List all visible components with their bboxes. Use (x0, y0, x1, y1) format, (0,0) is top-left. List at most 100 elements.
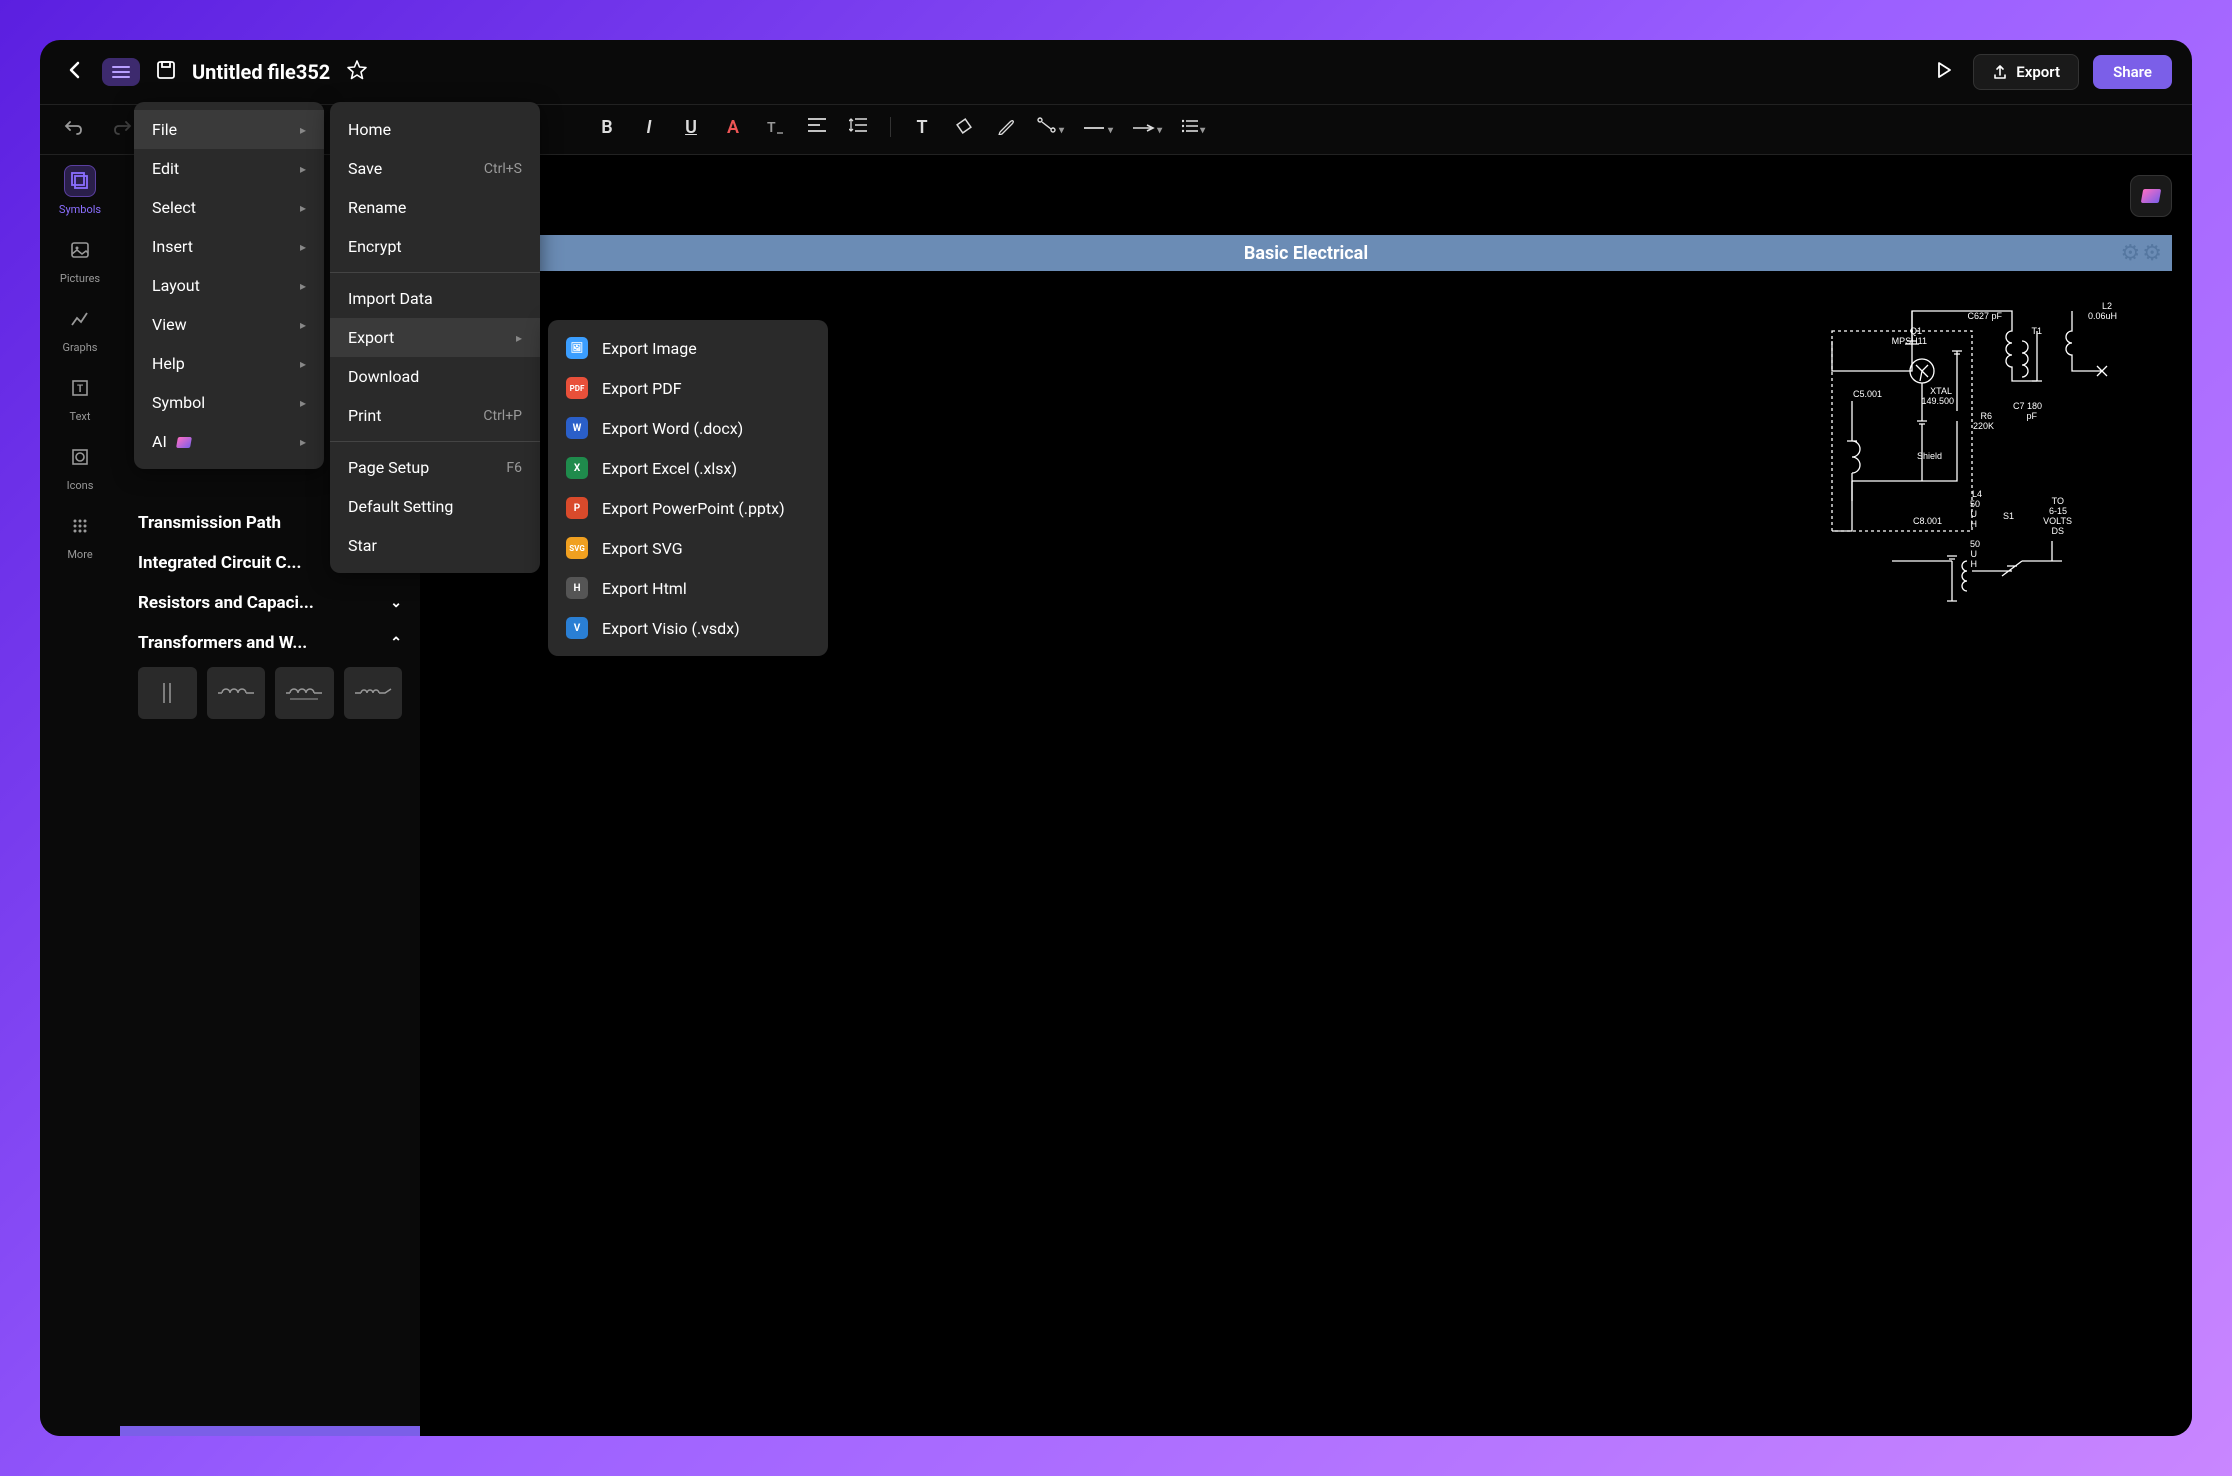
menu-layout[interactable]: Layout▸ (134, 266, 324, 305)
graphs-icon (64, 303, 96, 335)
menu-page-setup[interactable]: Page SetupF6 (330, 448, 540, 487)
section-resistors-label: Resistors and Capaci... (138, 593, 314, 613)
undo-button[interactable] (60, 115, 88, 144)
menu-encrypt[interactable]: Encrypt (330, 227, 540, 266)
line-style-button[interactable]: ▾ (1084, 117, 1113, 142)
font-color-button[interactable]: A (722, 117, 744, 142)
rail-pictures[interactable]: Pictures (60, 234, 100, 285)
menu-export[interactable]: Export▸ (330, 318, 540, 357)
app-window: Untitled file352 Export Share B I U A (40, 40, 2192, 1436)
circuit-label: 220K (1973, 421, 1994, 431)
export-image[interactable]: 🖼Export Image (548, 328, 828, 368)
export-visio[interactable]: VExport Visio (.vsdx) (548, 608, 828, 648)
canvas-title: Basic Electrical (1244, 243, 1368, 264)
file-submenu: Home SaveCtrl+S Rename Encrypt Import Da… (330, 102, 540, 573)
section-integrated-label: Integrated Circuit C... (138, 553, 301, 573)
circuit-label: C5.001 (1853, 389, 1882, 399)
chevron-right-icon: ▸ (516, 331, 522, 345)
export-ppt[interactable]: PExport PowerPoint (.pptx) (548, 488, 828, 528)
main-menu-button[interactable] (102, 58, 140, 86)
underline-button[interactable]: U (680, 117, 702, 142)
menu-ai[interactable]: AI ▸ (134, 422, 324, 461)
section-resistors[interactable]: Resistors and Capaci... ⌄ (138, 593, 402, 613)
symbol-tile[interactable] (275, 667, 334, 719)
rail-more-label: More (67, 548, 92, 561)
export-svg[interactable]: SVGExport SVG (548, 528, 828, 568)
export-word[interactable]: WExport Word (.docx) (548, 408, 828, 448)
rail-more[interactable]: More (64, 510, 96, 561)
favorite-star-icon[interactable] (342, 55, 372, 90)
titlebar: Untitled file352 Export Share (40, 40, 2192, 105)
bold-button[interactable]: B (596, 117, 618, 142)
menu-symbol[interactable]: Symbol▸ (134, 383, 324, 422)
menu-view[interactable]: View▸ (134, 305, 324, 344)
export-button[interactable]: Export (1973, 54, 2079, 90)
redo-button[interactable] (108, 115, 136, 144)
rail-pictures-label: Pictures (60, 272, 100, 285)
share-button[interactable]: Share (2093, 55, 2172, 89)
export-html[interactable]: HExport Html (548, 568, 828, 608)
back-button[interactable] (60, 57, 90, 88)
symbol-tile[interactable] (138, 667, 197, 719)
menu-help[interactable]: Help▸ (134, 344, 324, 383)
menu-print[interactable]: PrintCtrl+P (330, 396, 540, 435)
italic-button[interactable]: I (638, 117, 660, 142)
export-pdf[interactable]: PDFExport PDF (548, 368, 828, 408)
circuit-label: TO (2052, 496, 2064, 506)
arrow-style-button[interactable]: ▾ (1133, 117, 1162, 142)
menu-star[interactable]: Star (330, 526, 540, 565)
svg-file-icon: SVG (566, 537, 588, 559)
list-button[interactable]: ▾ (1182, 117, 1205, 142)
play-button[interactable] (1929, 55, 1959, 90)
menu-edit[interactable]: Edit▸ (134, 149, 324, 188)
text-tool-button[interactable]: T (911, 117, 933, 142)
rail-icons[interactable]: Icons (64, 441, 96, 492)
export-submenu: 🖼Export Image PDFExport PDF WExport Word… (548, 320, 828, 656)
menu-select[interactable]: Select▸ (134, 188, 324, 227)
menu-file[interactable]: File▸ (134, 110, 324, 149)
chevron-right-icon: ▸ (300, 435, 306, 449)
more-icon (64, 510, 96, 542)
menu-home[interactable]: Home (330, 110, 540, 149)
circuit-label: C627 pF (1967, 311, 2002, 321)
spacing-button[interactable] (848, 117, 870, 142)
icons-icon (64, 441, 96, 473)
save-icon[interactable] (152, 56, 180, 89)
menu-import[interactable]: Import Data (330, 279, 540, 318)
menu-insert[interactable]: Insert▸ (134, 227, 324, 266)
menu-download[interactable]: Download (330, 357, 540, 396)
rail-symbols[interactable]: Symbols (59, 165, 101, 216)
rail-text-label: Text (70, 410, 91, 423)
circuit-label: MPSH11 (1892, 336, 1927, 346)
rail-graphs-label: Graphs (63, 341, 98, 354)
svg-text:T: T (767, 120, 776, 136)
bottom-cta-bar[interactable] (120, 1426, 420, 1436)
pen-tool-button[interactable] (995, 117, 1017, 142)
text-format-button[interactable]: T (764, 117, 786, 142)
chevron-right-icon: ▸ (300, 240, 306, 254)
align-button[interactable] (806, 117, 828, 142)
ai-badge[interactable] (2130, 175, 2172, 217)
export-excel[interactable]: XExport Excel (.xlsx) (548, 448, 828, 488)
titlebar-right: Export Share (1929, 54, 2172, 90)
symbol-tile[interactable] (207, 667, 266, 719)
menu-default-setting[interactable]: Default Setting (330, 487, 540, 526)
rail-text[interactable]: T Text (64, 372, 96, 423)
rail-symbols-label: Symbols (59, 203, 101, 216)
circuit-label: 6-15 (2049, 506, 2067, 516)
rail-graphs[interactable]: Graphs (63, 303, 98, 354)
circuit-label: R6 (1980, 411, 1992, 421)
circuit-label: 149.500 (1921, 396, 1954, 406)
section-transformers[interactable]: Transformers and W... ⌃ (138, 633, 402, 653)
menu-rename[interactable]: Rename (330, 188, 540, 227)
circuit-label: S1 (2003, 511, 2014, 521)
word-file-icon: W (566, 417, 588, 439)
menu-save[interactable]: SaveCtrl+S (330, 149, 540, 188)
circuit-label: T1 (2031, 326, 2042, 336)
fill-button[interactable] (953, 117, 975, 142)
chevron-right-icon: ▸ (300, 318, 306, 332)
connector-button[interactable]: ▾ (1037, 117, 1064, 142)
symbol-tile[interactable] (344, 667, 403, 719)
file-title[interactable]: Untitled file352 (192, 60, 330, 84)
gear-icons-right[interactable]: ⚙⚙ (2121, 241, 2162, 266)
